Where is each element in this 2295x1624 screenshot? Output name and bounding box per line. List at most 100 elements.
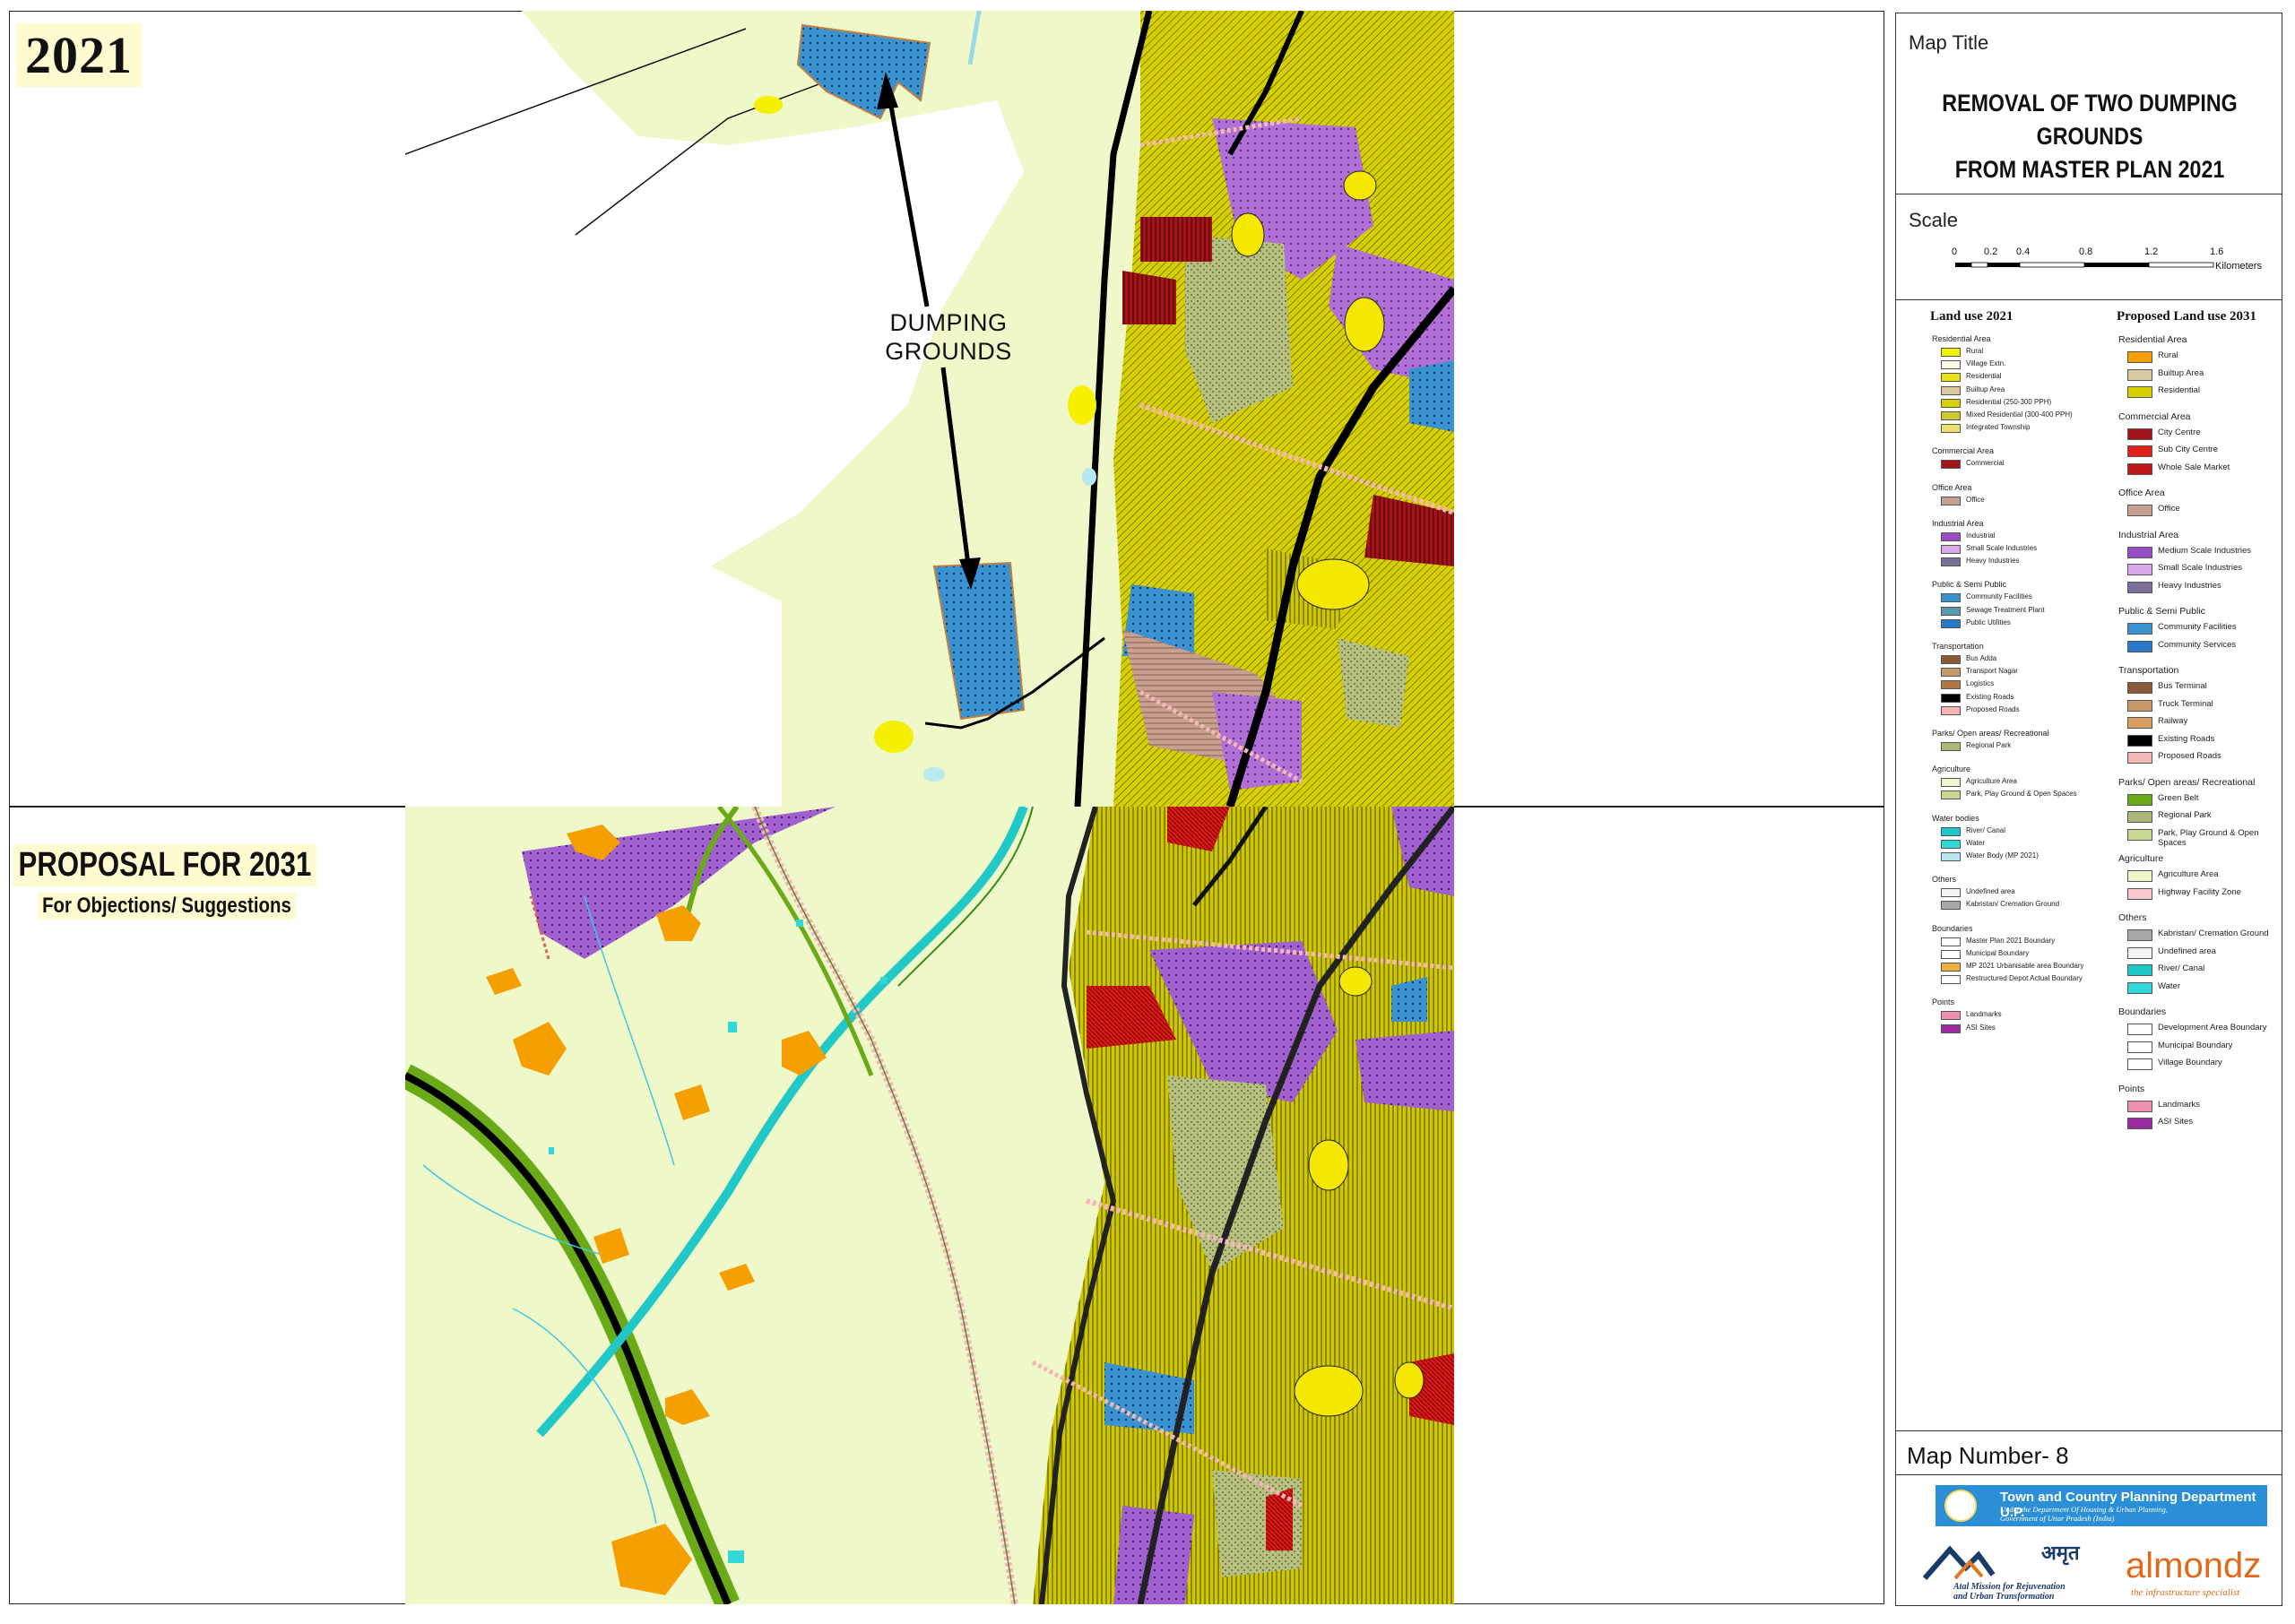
- legend-swatch: [2127, 682, 2152, 694]
- proposal-2031-title: PROPOSAL FOR 2031: [13, 844, 317, 886]
- legend-swatch: [2127, 828, 2152, 841]
- legend-item-label: Highway Facility Zone: [2158, 886, 2241, 897]
- legend-item-label: Development Area Boundary: [2158, 1023, 2267, 1032]
- legend-block: Land use 2021 Proposed Land use 2031 Res…: [1896, 300, 2282, 1431]
- legend-swatch: [2127, 1041, 2152, 1053]
- legend-item-label: Whole Sale Market: [2158, 462, 2230, 472]
- legend-swatch: [1941, 373, 1961, 383]
- legend-item-label: Bus Adda: [1966, 654, 1997, 662]
- legend-item-label: Landmarks: [2158, 1099, 2200, 1110]
- map-2031[interactable]: [405, 807, 1454, 1604]
- legend-swatch: [2127, 368, 2152, 381]
- legend-section-title: Office Area: [1932, 482, 1972, 492]
- legend-swatch: [2127, 887, 2152, 900]
- legend-item-label: Bus Terminal: [2158, 681, 2207, 691]
- legend-item-label: Agriculture Area: [1966, 777, 2017, 786]
- legend-swatch: [1941, 1011, 1961, 1021]
- legend-section-title: Transportation: [2118, 665, 2179, 676]
- legend-item-label: Community Facilities: [2158, 622, 2237, 632]
- scale-tick-0-8: 0.8: [2079, 246, 2093, 257]
- legend-section-title: Residential Area: [2118, 334, 2187, 345]
- legend-item-label: Rural: [2158, 350, 2178, 360]
- legend-swatch: [1941, 398, 1961, 408]
- map-2021[interactable]: [405, 11, 1454, 807]
- proposal-2031-subtitle: For Objections/ Suggestions: [38, 893, 296, 920]
- legend-item-label: Heavy Industries: [1966, 557, 2020, 566]
- legend-item-label: Builtup Area: [2158, 367, 2204, 378]
- legend-item-label: Park, Play Ground & Open Spaces: [1966, 790, 2077, 799]
- legend-swatch: [1941, 606, 1961, 616]
- legend-swatch: [2127, 752, 2152, 764]
- legend-swatch: [1941, 888, 1961, 898]
- legend-section-title: Parks/ Open areas/ Recreational: [2118, 776, 2256, 788]
- legend-item-label: City Centre: [2158, 427, 2201, 437]
- legend-swatch: [2127, 462, 2152, 475]
- legend-item-label: Park, Play Ground & Open Spaces: [2158, 827, 2259, 848]
- map-title-line-1: REMOVAL OF TWO DUMPING GROUNDS: [1942, 90, 2238, 150]
- legend-item-label: Proposed Roads: [2158, 751, 2221, 761]
- year-2021-label: 2021: [16, 23, 142, 87]
- legend-2021-heading: Land use 2021: [1930, 309, 2014, 324]
- legend-item-label: Integrated Township: [1966, 423, 2031, 432]
- legend-swatch: [2127, 1024, 2152, 1035]
- scale-tick-0-2: 0.2: [1984, 246, 1998, 257]
- legend-item-label: Undefined area: [2158, 946, 2216, 956]
- almondz-tagline: the infrastructure specialist: [2131, 1587, 2240, 1598]
- legend-item-label: River/ Canal: [2158, 963, 2205, 973]
- legend-swatch: [1941, 963, 1961, 972]
- legend-item-label: Regional Park: [2158, 810, 2212, 820]
- legend-swatch: [2127, 505, 2152, 516]
- tcp-sub-line-2: Government of Uttar Pradesh (India): [2000, 1514, 2115, 1523]
- legend-item-label: Mixed Residential (300-400 PPH): [1966, 410, 2073, 419]
- legend-swatch: [1941, 975, 1961, 985]
- legend-swatch: [1941, 618, 1961, 628]
- legend-swatch: [1941, 901, 1961, 911]
- legend-item-label: Residential: [2158, 385, 2200, 395]
- legend-swatch: [1941, 790, 1961, 800]
- tcp-department-banner: Town and Country Planning Department U.P…: [1936, 1485, 2267, 1526]
- legend-item-label: Small Scale Industries: [2158, 563, 2242, 573]
- legend-section-title: Commercial Area: [2118, 410, 2191, 422]
- amrut-mission-text: Atal Mission for Rejuvenation and Urban …: [1953, 1582, 2066, 1602]
- legend-2031-heading: Proposed Land use 2031: [2117, 309, 2257, 324]
- legend-swatch: [2127, 811, 2152, 823]
- amrut-line-1: Atal Mission for Rejuvenation: [1953, 1582, 2066, 1592]
- scale-bar: [1955, 262, 2214, 268]
- legend-item-label: Municipal Boundary: [1966, 948, 2030, 957]
- legend-section-title: Public & Semi Public: [1932, 580, 2007, 590]
- scale-tick-1-2: 1.2: [2144, 246, 2159, 257]
- legend-item-label: Sub City Centre: [2158, 445, 2219, 454]
- legend-section-title: Transportation: [1932, 642, 1984, 651]
- legend-swatch: [1941, 742, 1961, 751]
- map-title-caption: Map Title: [1909, 31, 1989, 54]
- legend-section-title: Agriculture: [2118, 853, 2164, 864]
- legend-swatch: [2127, 981, 2152, 994]
- legend-swatch: [1941, 826, 1961, 836]
- legend-swatch: [1941, 705, 1961, 715]
- legend-swatch: [2127, 793, 2152, 806]
- legend-item-label: Builtup Area: [1966, 384, 2005, 393]
- legend-item-label: Residential (250-300 PPH): [1966, 397, 2052, 406]
- legend-item-label: Water Body (MP 2021): [1966, 851, 2039, 860]
- scale-tick-0: 0: [1952, 246, 1958, 257]
- scale-block: Scale 0 0.2 0.4 0.8 1.2 1.6 Kilometers: [1896, 194, 2282, 300]
- legend-item-label: Truck Terminal: [2158, 698, 2213, 709]
- legend-swatch: [2127, 428, 2152, 440]
- legend-swatch: [1941, 460, 1961, 470]
- up-government-emblem-icon: [1944, 1490, 1977, 1522]
- legend-item-label: Medium Scale Industries: [2158, 545, 2252, 556]
- legend-swatch: [1941, 593, 1961, 603]
- legend-item-label: Commercial: [1966, 459, 2005, 468]
- legend-swatch: [2127, 734, 2152, 747]
- legend-swatch: [2127, 946, 2152, 959]
- legend-swatch: [2127, 1058, 2152, 1070]
- legend-item-label: Rural: [1966, 347, 1984, 355]
- legend-item-label: River/ Canal: [1966, 825, 2006, 834]
- legend-item-label: Logistics: [1966, 679, 1995, 688]
- legend-section-title: Industrial Area: [2118, 529, 2179, 540]
- legend-item-label: Kabristan/ Cremation Ground: [1966, 900, 2060, 909]
- legend-item-label: Master Plan 2021 Boundary: [1966, 936, 2056, 945]
- legend-swatch: [1941, 545, 1961, 554]
- legend-item-label: Office: [1966, 495, 1985, 504]
- legend-item-label: Regional Park: [1966, 741, 2012, 749]
